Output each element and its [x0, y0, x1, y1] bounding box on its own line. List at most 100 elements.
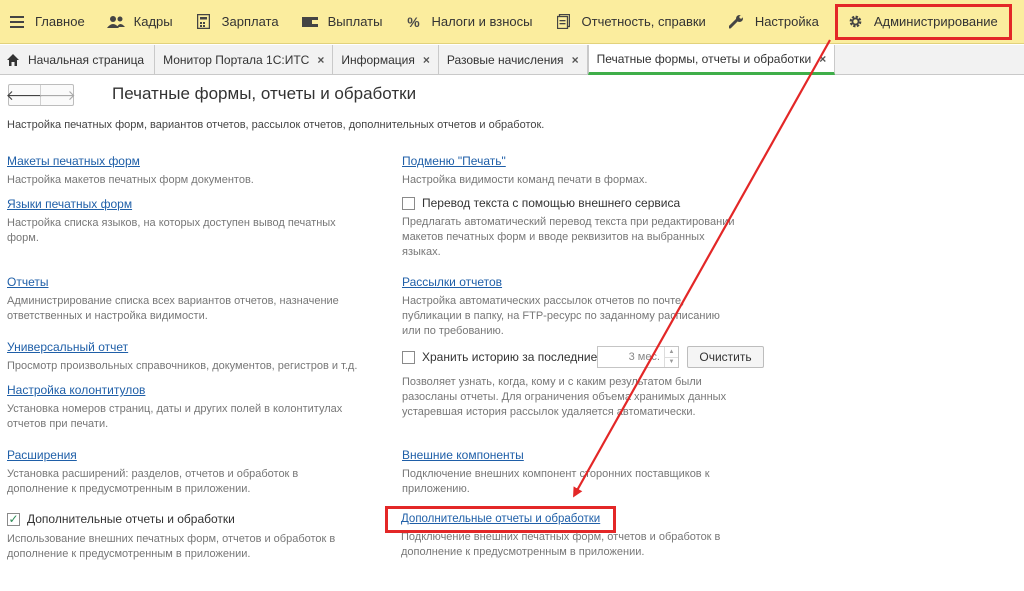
- section-additional-left: ✓ Дополнительные отчеты и обработки Испо…: [7, 512, 335, 562]
- menu-payments-label: Выплаты: [327, 14, 383, 29]
- translation-checkbox[interactable]: [402, 196, 415, 210]
- link-print-languages[interactable]: Языки печатных форм: [7, 197, 336, 211]
- link-print-submenu[interactable]: Подменю "Печать": [402, 154, 647, 168]
- additional-reports-toggle[interactable]: ✓ Дополнительные отчеты и обработки: [7, 512, 335, 526]
- menu-hr[interactable]: Кадры: [97, 0, 185, 43]
- clear-history-button[interactable]: Очистить: [687, 346, 764, 368]
- hint-print-submenu: Настройка видимости команд печати в форм…: [402, 174, 648, 186]
- link-report-mailings[interactable]: Рассылки отчетов: [402, 275, 720, 289]
- section-universal-report: Универсальный отчет Просмотр произвольны…: [7, 340, 357, 374]
- tab-its-monitor[interactable]: Монитор Портала 1С:ИТС ×: [155, 45, 334, 74]
- stepper-down-icon[interactable]: ▼: [665, 356, 678, 368]
- hint-universal-report: Просмотр произвольных справочников, доку…: [7, 360, 358, 372]
- page-description: Настройка печатных форм, вариантов отчет…: [7, 119, 545, 131]
- link-headers-footers[interactable]: Настройка колонтитулов: [7, 383, 342, 397]
- menu-settings[interactable]: Настройка: [718, 0, 831, 43]
- hint-print-languages-1: Настройка списка языков, на которых дост…: [7, 217, 336, 229]
- hamburger-icon: [8, 13, 26, 31]
- tab-home-label: Начальная страница: [28, 52, 145, 67]
- hint-external-components-2: приложению.: [402, 483, 470, 495]
- hint-reports-1: Администрирование списка всех вариантов …: [7, 295, 339, 307]
- tab-print-forms-label: Печатные формы, отчеты и обработки: [596, 51, 812, 66]
- hint-headers-footers-1: Установка номеров страниц, даты и других…: [7, 403, 343, 415]
- section-additional-right: Дополнительные отчеты и обработки Подклю…: [401, 513, 720, 560]
- link-external-components[interactable]: Внешние компоненты: [402, 448, 710, 462]
- close-icon[interactable]: ×: [572, 53, 579, 67]
- history-checkbox-label: Хранить историю за последние: [422, 350, 598, 364]
- history-checkbox[interactable]: [402, 350, 415, 364]
- additional-reports-checkbox[interactable]: ✓: [7, 512, 20, 526]
- section-external-components: Внешние компоненты Подключение внешних к…: [402, 448, 710, 497]
- menu-payments[interactable]: Выплаты: [291, 0, 395, 43]
- section-print-layouts: Макеты печатных форм Настройка макетов п…: [7, 154, 254, 188]
- tab-its-monitor-label: Монитор Портала 1С:ИТС: [163, 52, 310, 67]
- tab-print-forms[interactable]: Печатные формы, отчеты и обработки ×: [587, 45, 836, 75]
- hint-external-components-1: Подключение внешних компонент сторонних …: [402, 468, 710, 480]
- stepper-up-icon[interactable]: ▲: [665, 347, 678, 357]
- section-translation: Перевод текста с помощью внешнего сервис…: [402, 196, 735, 260]
- menu-taxes[interactable]: % Налоги и взносы: [394, 0, 544, 43]
- hint-print-languages-2: форм.: [7, 232, 39, 244]
- hint-mailings-1: Настройка автоматических рассылок отчето…: [402, 295, 685, 307]
- link-additional-reports[interactable]: Дополнительные отчеты и обработки: [401, 513, 720, 525]
- hint-print-layouts: Настройка макетов печатных форм документ…: [7, 174, 254, 186]
- section-headers-footers: Настройка колонтитулов Установка номеров…: [7, 383, 342, 432]
- history-period-input[interactable]: [598, 347, 664, 367]
- hint-headers-footers-2: отчетов при печати.: [7, 418, 109, 430]
- wallet-icon: [301, 13, 319, 31]
- hint-history-1: Позволяет узнать, когда, кому и с каким …: [402, 376, 702, 388]
- menu-settings-label: Настройка: [754, 14, 819, 29]
- menu-salary-label: Зарплата: [221, 14, 279, 29]
- menu-administration[interactable]: Администрирование: [834, 3, 1012, 40]
- section-history-hints: Позволяет узнать, когда, кому и с каким …: [402, 375, 726, 420]
- tab-information[interactable]: Информация ×: [333, 45, 439, 74]
- open-tabs-bar: Начальная страница Монитор Портала 1С:ИТ…: [0, 45, 1024, 75]
- link-extensions[interactable]: Расширения: [7, 448, 298, 462]
- additional-reports-checkbox-label: Дополнительные отчеты и обработки: [27, 512, 235, 526]
- link-universal-report[interactable]: Универсальный отчет: [7, 340, 357, 354]
- back-button[interactable]: 🡐: [6, 85, 43, 105]
- menu-omega[interactable]: Ω К: [1012, 0, 1024, 43]
- hint-additional-left-2: дополнение к предусмотренным в приложени…: [7, 548, 251, 560]
- hint-translation-3: языках.: [402, 246, 441, 258]
- hint-mailings-3: или по требованию.: [402, 325, 504, 337]
- hint-extensions-2: дополнение к предусмотренным в приложени…: [7, 483, 251, 495]
- tab-home[interactable]: Начальная страница: [0, 45, 156, 74]
- percent-icon: %: [407, 13, 420, 30]
- menu-hr-label: Кадры: [133, 14, 173, 29]
- menu-salary[interactable]: Зарплата: [185, 0, 291, 43]
- history-toggle[interactable]: Хранить историю за последние: [402, 350, 597, 364]
- history-period-stepper[interactable]: ▲ ▼: [597, 346, 679, 368]
- menu-reports-label: Отчетность, справки: [581, 14, 706, 29]
- menu-reports[interactable]: Отчетность, справки: [545, 0, 718, 43]
- hint-translation-1: Предлагать автоматический перевод текста…: [402, 216, 735, 228]
- hint-history-3: устаревшая история рассылок удаляется ав…: [402, 406, 696, 418]
- arrow-right-icon: 🡒: [38, 86, 76, 103]
- close-icon[interactable]: ×: [423, 53, 430, 67]
- hint-additional-left-1: Использование внешних печатных форм, отч…: [7, 533, 336, 545]
- hint-history-2: разосланы отчеты. Для ограничения объема…: [402, 391, 727, 403]
- tab-one-time-accruals-label: Разовые начисления: [446, 52, 564, 67]
- hint-additional-right-2: дополнение к предусмотренным в приложени…: [401, 546, 645, 558]
- section-history: Хранить историю за последние: [402, 350, 597, 364]
- section-print-submenu: Подменю "Печать" Настройка видимости ком…: [402, 154, 647, 188]
- history-navigation: 🡐 🡒: [6, 84, 76, 106]
- menu-main[interactable]: Главное: [0, 0, 97, 43]
- link-reports[interactable]: Отчеты: [7, 275, 339, 289]
- forward-button[interactable]: 🡒: [38, 85, 76, 105]
- main-menu-bar: Главное Кадры Зарплата Выплаты % Налоги …: [0, 0, 1024, 44]
- hint-reports-2: ответственных и настройка видимости.: [7, 310, 208, 322]
- close-icon[interactable]: ×: [819, 52, 826, 66]
- page-title: Печатные формы, отчеты и обработки: [112, 84, 417, 103]
- people-icon: [106, 13, 125, 31]
- translation-toggle[interactable]: Перевод текста с помощью внешнего сервис…: [402, 196, 735, 210]
- link-print-layouts[interactable]: Макеты печатных форм: [7, 154, 254, 168]
- tab-one-time-accruals[interactable]: Разовые начисления ×: [438, 45, 588, 74]
- close-icon[interactable]: ×: [317, 53, 324, 67]
- wrench-icon: [728, 13, 746, 31]
- hint-additional-right-1: Подключение внешних печатных форм, отчет…: [401, 531, 721, 543]
- section-mailings: Рассылки отчетов Настройка автоматически…: [402, 275, 720, 339]
- report-icon: [555, 13, 573, 31]
- section-reports: Отчеты Администрирование списка всех вар…: [7, 275, 339, 324]
- menu-taxes-label: Налоги и взносы: [431, 14, 533, 29]
